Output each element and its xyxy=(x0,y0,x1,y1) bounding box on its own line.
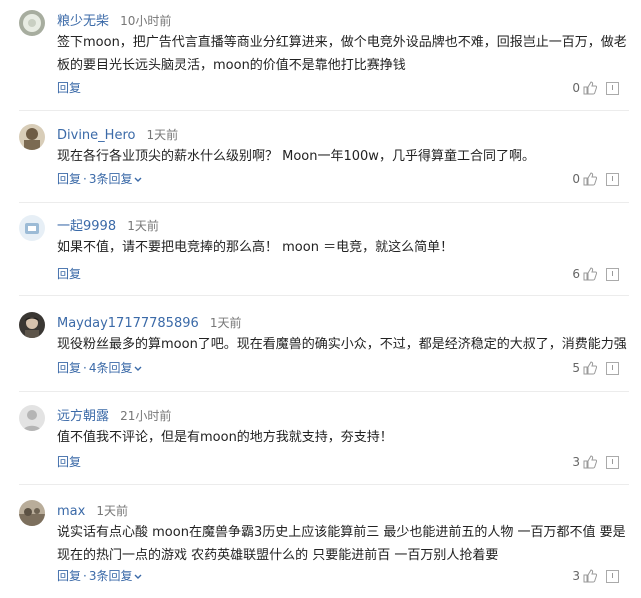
chevron-down-icon xyxy=(134,177,142,182)
report-icon[interactable] xyxy=(606,81,619,95)
comment-meta: 一起9998 1天前 xyxy=(57,215,159,235)
reply-button[interactable]: 回复 xyxy=(57,361,81,375)
username-link[interactable]: Divine_Hero xyxy=(57,128,135,143)
comment-text: 现在各行各业顶尖的薪水什么级别啊？ Moon一年100w，几乎得算童工合同了啊。 xyxy=(57,149,535,164)
comment-meta: Divine_Hero 1天前 xyxy=(57,124,178,144)
timestamp: 21小时前 xyxy=(120,409,172,423)
reply-button[interactable]: 回复 xyxy=(57,81,81,95)
like-count: 0 xyxy=(572,172,580,186)
avatar[interactable] xyxy=(19,500,45,526)
avatar[interactable] xyxy=(19,124,45,150)
report-icon[interactable] xyxy=(606,569,619,583)
username-link[interactable]: 一起9998 xyxy=(57,219,116,234)
comment-actions: 回复 · 4条回复 xyxy=(57,359,142,377)
report-icon[interactable] xyxy=(606,267,619,281)
comment-tools: 0 xyxy=(572,170,619,188)
username-link[interactable]: 远方朝露 xyxy=(57,409,109,424)
comment-actions: 回复 · 3条回复 xyxy=(57,170,142,188)
comment-actions: 回复 xyxy=(57,265,81,283)
avatar[interactable] xyxy=(19,312,45,338)
report-icon[interactable] xyxy=(606,361,619,375)
report-icon[interactable] xyxy=(606,172,619,186)
like-count: 0 xyxy=(572,81,580,95)
replies-toggle[interactable]: 3条回复 xyxy=(89,569,143,583)
comment-actions: 回复 xyxy=(57,79,81,97)
chevron-down-icon xyxy=(134,366,142,371)
thumbs-up-icon[interactable] xyxy=(583,569,598,583)
comment-meta: max 1天前 xyxy=(57,500,128,520)
comment-text: 现役粉丝最多的算moon了吧。现在看魔兽的确实小众，不过，都是经济稳定的大叔了，… xyxy=(57,337,627,352)
like-count: 5 xyxy=(572,361,580,375)
username-link[interactable]: 粮少无柴 xyxy=(57,14,109,29)
username-link[interactable]: max xyxy=(57,504,85,519)
comment-meta: 粮少无柴 10小时前 xyxy=(57,10,171,30)
replies-toggle[interactable]: 4条回复 xyxy=(89,361,143,375)
divider xyxy=(19,202,629,203)
divider xyxy=(19,391,629,392)
thumbs-up-icon[interactable] xyxy=(583,455,598,469)
comment-meta: Mayday17177785896 1天前 xyxy=(57,312,242,332)
comment-text: 签下moon，把广告代言直播等商业分红算进来，做个电竞外设品牌也不难，回报岂止一… xyxy=(57,35,627,73)
comment-tools: 5 xyxy=(572,359,619,377)
replies-toggle[interactable]: 3条回复 xyxy=(89,172,143,186)
comment-text: 如果不值，请不要把电竞捧的那么高！ moon ＝电竞，就这么简单！ xyxy=(57,240,454,255)
like-count: 6 xyxy=(572,267,580,281)
comment-tools: 3 xyxy=(572,567,619,585)
comment-actions: 回复 xyxy=(57,453,81,471)
divider xyxy=(19,484,629,485)
separator: · xyxy=(83,569,87,583)
comment-tools: 0 xyxy=(572,79,619,97)
comment-actions: 回复 · 3条回复 xyxy=(57,567,142,585)
timestamp: 1天前 xyxy=(146,128,179,142)
reply-button[interactable]: 回复 xyxy=(57,569,81,583)
comment-meta: 远方朝露 21小时前 xyxy=(57,405,171,425)
comment-text: 值不值我不评论，但是有moon的地方我就支持，夯支持！ xyxy=(57,430,393,445)
divider xyxy=(19,295,629,296)
chevron-down-icon xyxy=(134,574,142,579)
timestamp: 1天前 xyxy=(127,219,159,233)
thumbs-up-icon[interactable] xyxy=(583,81,598,95)
timestamp: 1天前 xyxy=(209,316,242,330)
avatar[interactable] xyxy=(19,405,45,431)
separator: · xyxy=(83,361,87,375)
thumbs-up-icon[interactable] xyxy=(583,361,598,375)
timestamp: 10小时前 xyxy=(120,14,172,28)
thumbs-up-icon[interactable] xyxy=(583,267,598,281)
avatar[interactable] xyxy=(19,215,45,241)
avatar[interactable] xyxy=(19,10,45,36)
separator: · xyxy=(83,172,87,186)
report-icon[interactable] xyxy=(606,455,619,469)
like-count: 3 xyxy=(572,455,580,469)
reply-button[interactable]: 回复 xyxy=(57,455,81,469)
timestamp: 1天前 xyxy=(96,504,129,518)
thumbs-up-icon[interactable] xyxy=(583,172,598,186)
like-count: 3 xyxy=(572,569,580,583)
comment-tools: 3 xyxy=(572,453,619,471)
divider xyxy=(19,110,629,111)
username-link[interactable]: Mayday17177785896 xyxy=(57,316,199,331)
comment-tools: 6 xyxy=(572,265,619,283)
reply-button[interactable]: 回复 xyxy=(57,172,81,186)
reply-button[interactable]: 回复 xyxy=(57,267,81,281)
comment-text: 说实话有点心酸 moon在魔兽争霸3历史上应该能算前三 最少也能进前五的人物 一… xyxy=(57,525,626,563)
